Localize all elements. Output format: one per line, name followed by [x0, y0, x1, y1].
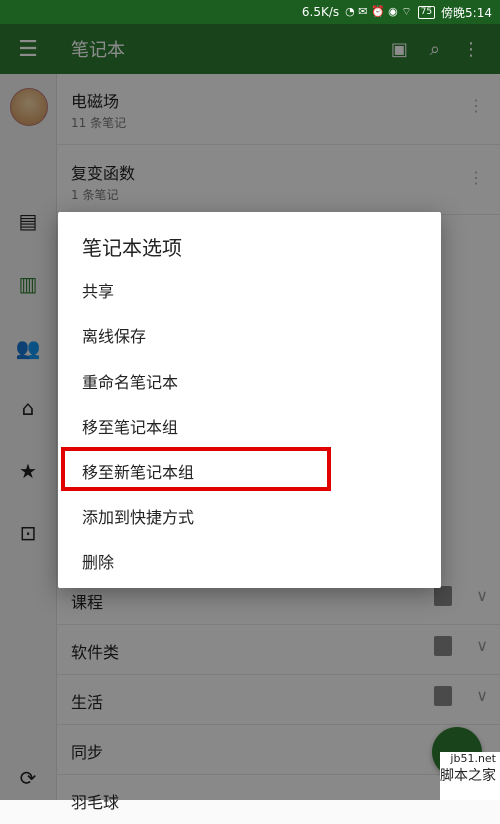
dialog-title: 笔记本选项: [82, 236, 182, 260]
watermark: jb51.net 脚本之家: [440, 752, 500, 800]
status-icons: ◔ ✉ ⏰ ◉ ⌔: [345, 5, 412, 18]
option-delete[interactable]: 删除: [82, 549, 114, 573]
option-share[interactable]: 共享: [82, 278, 114, 302]
network-speed: 6.5K/s: [301, 5, 340, 19]
battery-level: 75: [417, 5, 436, 19]
notebook-options-dialog: 笔记本选项 共享 离线保存 重命名笔记本 移至笔记本组 移至新笔记本组 添加到快…: [58, 212, 441, 588]
clock: 傍晚5:14: [441, 5, 492, 20]
option-rename-notebook[interactable]: 重命名笔记本: [82, 369, 178, 393]
highlight-box: [61, 447, 331, 491]
option-add-shortcut[interactable]: 添加到快捷方式: [82, 504, 194, 528]
status-bar: 6.5K/s ◔ ✉ ⏰ ◉ ⌔ 75 傍晚5:14: [0, 0, 500, 24]
option-offline-save[interactable]: 离线保存: [82, 323, 146, 347]
watermark-site: 脚本之家: [440, 768, 496, 784]
option-move-to-stack[interactable]: 移至笔记本组: [82, 414, 178, 438]
watermark-url: jb51.net: [450, 752, 496, 765]
